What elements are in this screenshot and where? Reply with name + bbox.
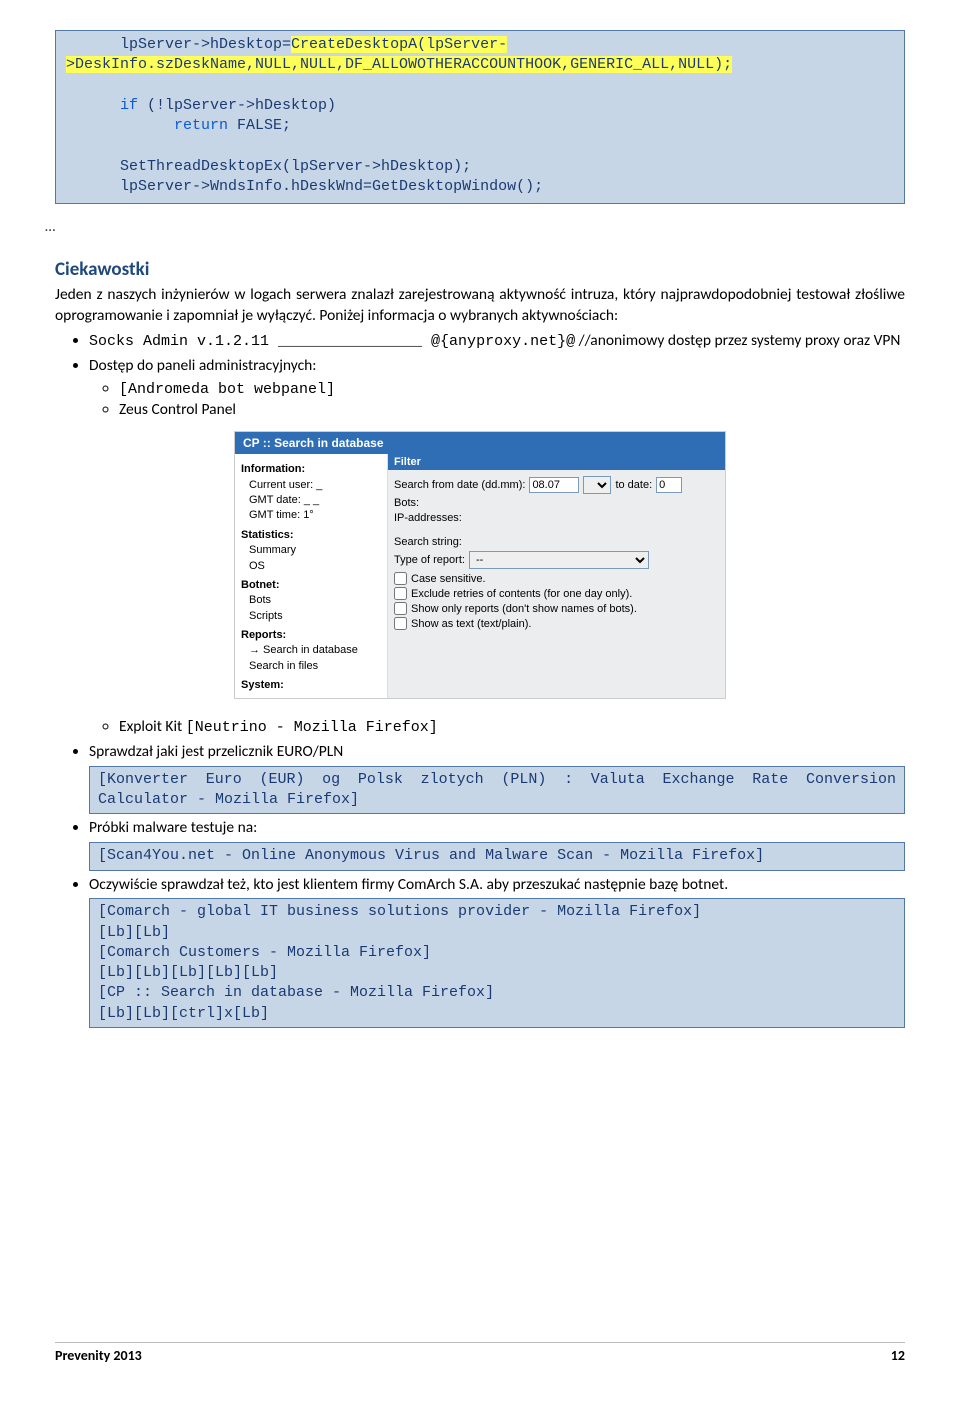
scan4you-box: [Scan4You.net - Online Anonymous Virus a… — [89, 842, 905, 870]
code-block-1: lpServer->hDesktop=CreateDesktopA(lpServ… — [55, 30, 905, 204]
intro-paragraph: Jeden z naszych inżynierów w logach serw… — [55, 285, 905, 327]
case-sensitive-checkbox[interactable] — [394, 572, 407, 585]
list-item: Sprawdzał jaki jest przelicznik EURO/PLN… — [89, 742, 905, 814]
page-number: 12 — [891, 1347, 905, 1364]
page-footer: Prevenity 2013 12 — [55, 1342, 905, 1364]
sub-item: [Andromeda bot webpanel] — [119, 379, 905, 400]
list-item: Próbki malware testuje na: [Scan4You.net… — [89, 818, 905, 870]
date-to-input[interactable] — [656, 477, 682, 493]
sub-item: Zeus Control Panel — [119, 400, 905, 421]
show-only-reports-checkbox[interactable] — [394, 602, 407, 615]
konverter-box: [Konverter Euro (EUR) og Polsk zlotych (… — [89, 766, 905, 815]
sub-item: Exploit Kit [Neutrino - Mozilla Firefox] — [119, 717, 905, 738]
show-as-text-checkbox[interactable] — [394, 617, 407, 630]
cp-sidebar: Information: Current user: _ GMT date: _… — [235, 454, 387, 697]
list-item: Socks Admin v.1.2.11 ________________ @{… — [89, 331, 905, 352]
list-item: Oczywiście sprawdzał też, kto jest klien… — [89, 875, 905, 1028]
footer-left: Prevenity 2013 — [55, 1347, 142, 1364]
comarch-box: [Comarch - global IT business solutions … — [89, 898, 905, 1028]
cp-filter-panel: Filter Search from date (dd.mm): to date… — [387, 454, 725, 697]
section-heading: Ciekawostki — [55, 258, 905, 281]
zeus-panel-screenshot: CP :: Search in database Information: Cu… — [234, 431, 726, 698]
report-type-select[interactable]: -- — [469, 551, 649, 569]
cp-title: CP :: Search in database — [235, 432, 725, 454]
date-from-input[interactable] — [529, 477, 579, 493]
list-item: Dostęp do paneli administracyjnych: [And… — [89, 356, 905, 421]
date-select[interactable] — [583, 476, 611, 494]
socks-admin-code: Socks Admin v.1.2.11 ________________ @{… — [89, 333, 575, 350]
ellipsis: … — [45, 218, 905, 236]
exclude-retries-checkbox[interactable] — [394, 587, 407, 600]
